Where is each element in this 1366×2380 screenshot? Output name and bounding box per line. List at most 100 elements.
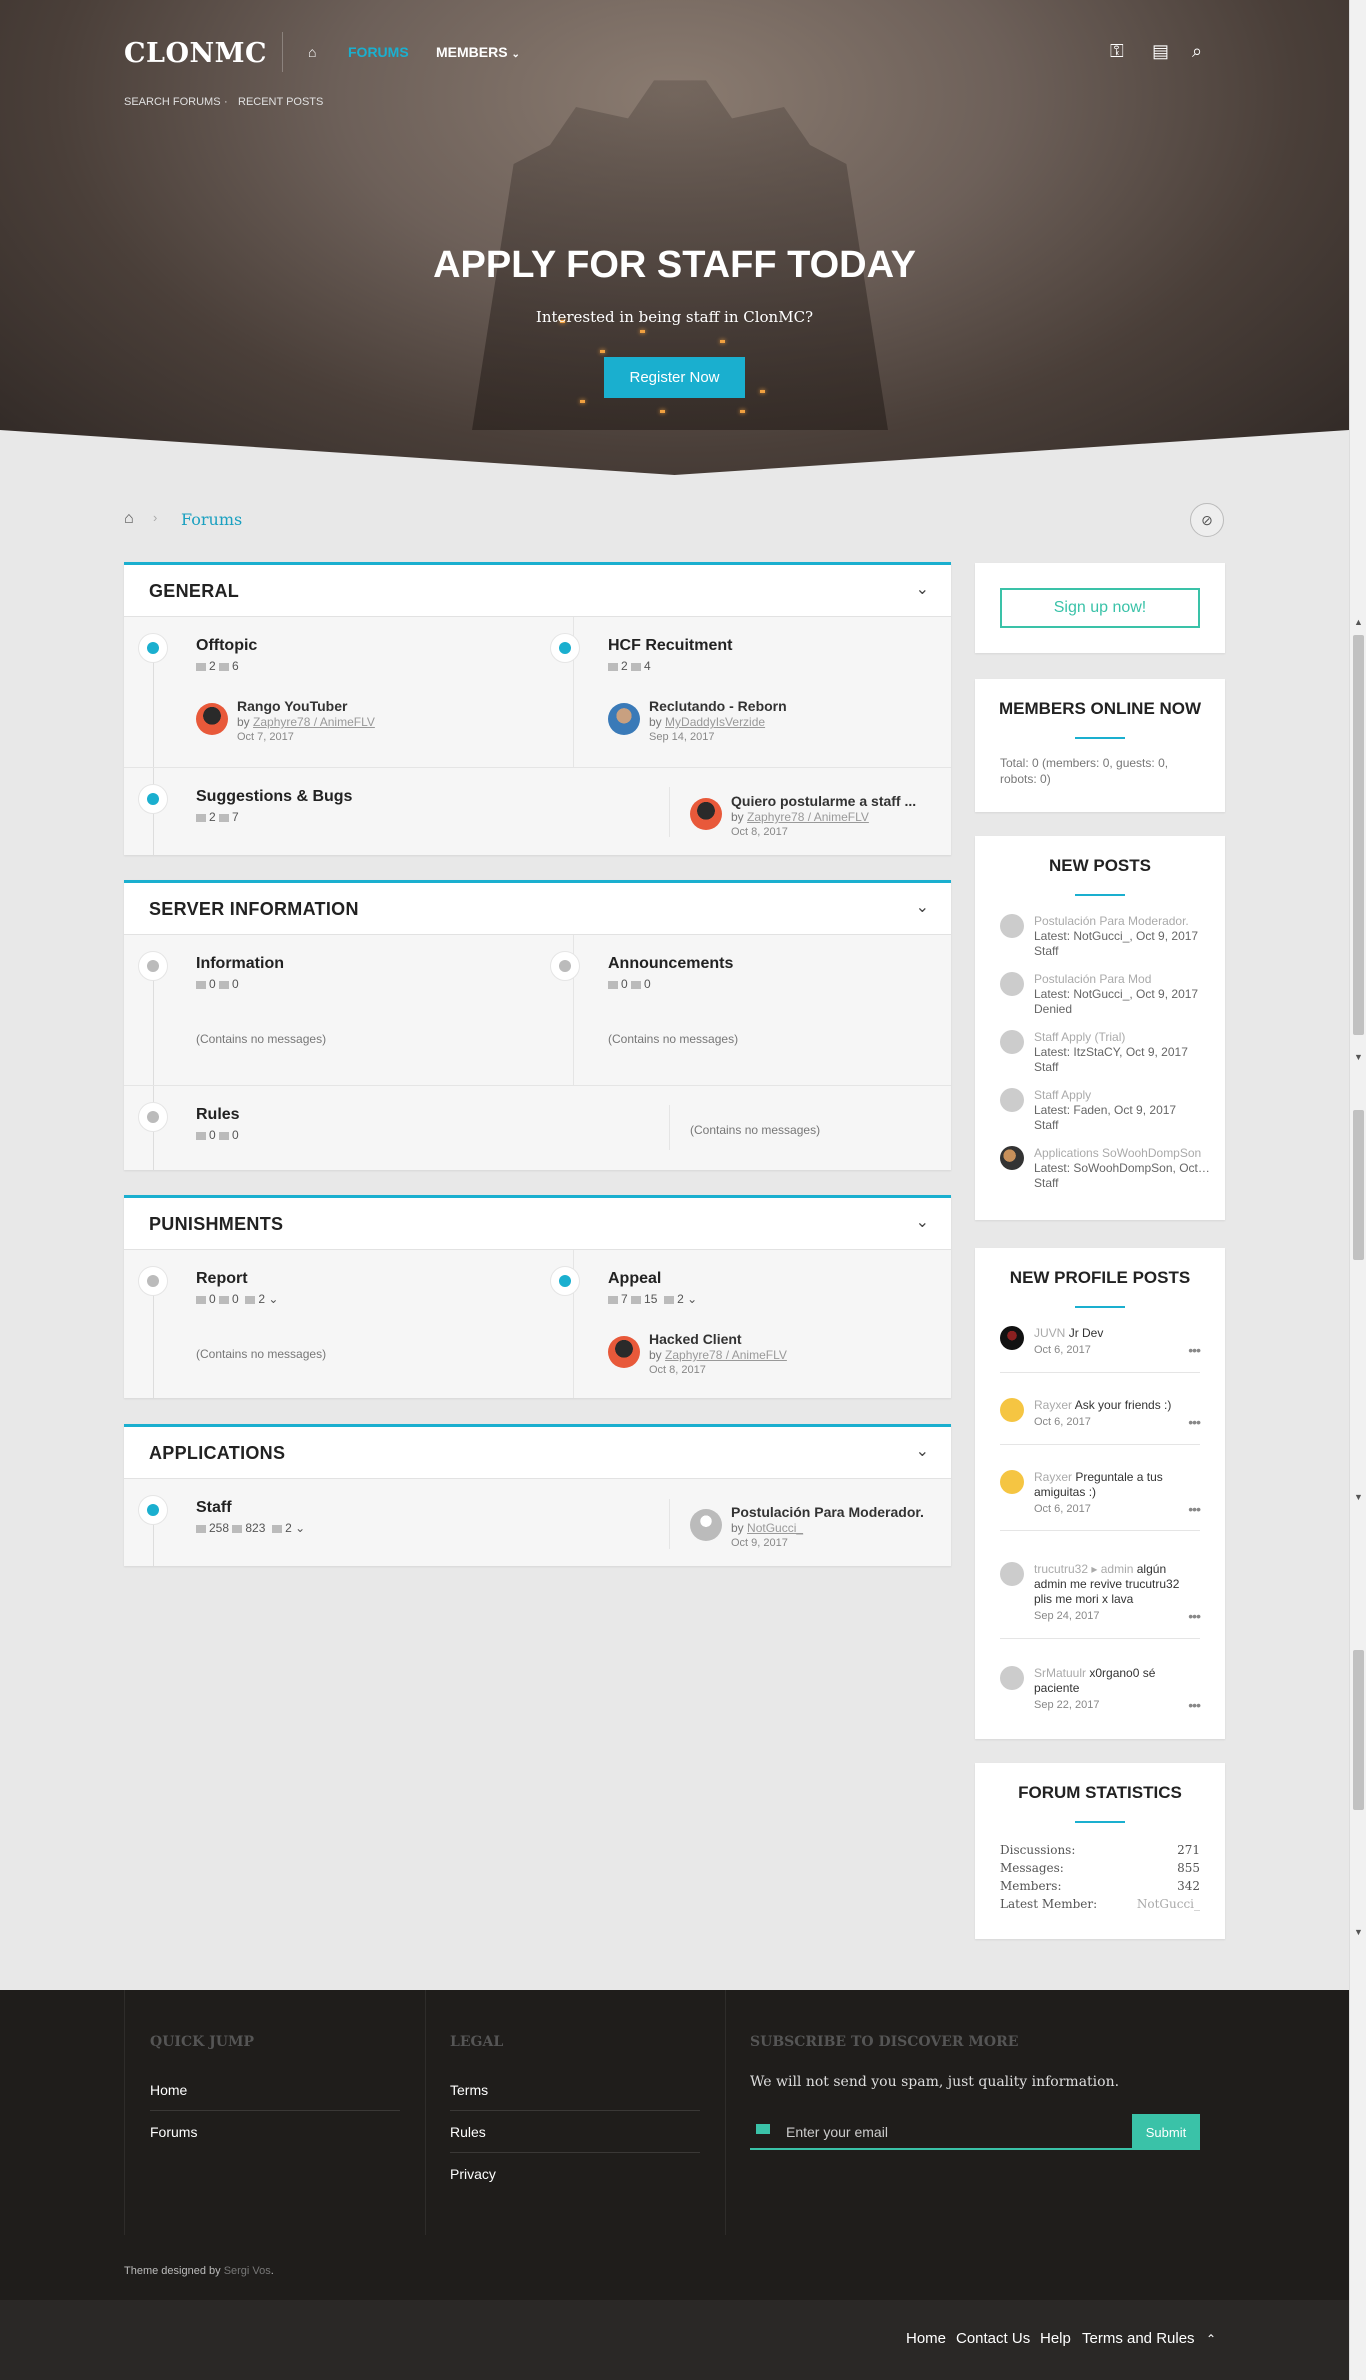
last-post-title[interactable]: Rango YouTuber bbox=[237, 698, 347, 714]
profile-post-user[interactable]: Rayxer bbox=[1034, 1470, 1072, 1484]
profile-post-user[interactable]: trucutru32 ▸ admin bbox=[1034, 1562, 1133, 1576]
node-title[interactable]: Rules bbox=[196, 1106, 240, 1124]
more-options-icon[interactable]: ••• bbox=[1188, 1414, 1201, 1430]
avatar[interactable] bbox=[1000, 914, 1024, 938]
scroll-up-arrow-icon[interactable]: ▲ bbox=[1350, 615, 1366, 629]
nav-members[interactable]: MEMBERS ⌄ bbox=[436, 44, 520, 60]
new-post-title[interactable]: Staff Apply (Trial) bbox=[1034, 1030, 1210, 1044]
avatar[interactable] bbox=[1000, 1146, 1024, 1170]
last-post-title[interactable]: Reclutando - Reborn bbox=[649, 698, 787, 714]
more-options-icon[interactable]: ••• bbox=[1188, 1501, 1201, 1517]
node-title[interactable]: Information bbox=[196, 955, 284, 973]
more-options-icon[interactable]: ••• bbox=[1188, 1697, 1201, 1713]
last-post-title[interactable]: Hacked Client bbox=[649, 1331, 742, 1347]
footer-link-forums[interactable]: Forums bbox=[150, 2124, 197, 2140]
breadcrumb-forums[interactable]: Forums bbox=[181, 510, 242, 529]
subforum-icon[interactable] bbox=[272, 1524, 283, 1533]
scrollbar[interactable]: ▲ ▼ ▼ ▼ bbox=[1349, 0, 1366, 2380]
search-icon[interactable]: ⌕ bbox=[1192, 41, 1202, 62]
scroll-down-arrow-icon[interactable]: ▼ bbox=[1350, 1490, 1366, 1504]
forum-node-rules[interactable]: Rules 0 0 (Contains no messages) bbox=[124, 1086, 951, 1171]
chevron-down-icon[interactable]: ⌄ bbox=[916, 897, 929, 917]
subnav-recent-posts[interactable]: RECENT POSTS bbox=[238, 96, 323, 108]
clipboard-icon[interactable]: ▤ bbox=[1152, 41, 1169, 62]
footer-link-home[interactable]: Home bbox=[150, 2082, 187, 2098]
node-title[interactable]: Appeal bbox=[608, 1270, 661, 1288]
scrollbar-thumb[interactable] bbox=[1353, 1650, 1364, 1810]
new-post-forum[interactable]: Staff bbox=[1034, 1118, 1058, 1132]
profile-post-user[interactable]: SrMatuulr bbox=[1034, 1666, 1086, 1680]
profile-post-user[interactable]: Rayxer bbox=[1034, 1398, 1072, 1412]
chevron-down-icon[interactable]: ⌄ bbox=[916, 1212, 929, 1232]
avatar[interactable] bbox=[196, 703, 228, 735]
last-post-title[interactable]: Postulación Para Moderador. bbox=[731, 1504, 924, 1520]
site-logo[interactable]: CLONMC bbox=[124, 38, 267, 69]
scroll-down-arrow-icon[interactable]: ▼ bbox=[1350, 1050, 1366, 1064]
avatar[interactable] bbox=[1000, 1030, 1024, 1054]
node-title[interactable]: HCF Recuitment bbox=[608, 637, 732, 655]
avatar[interactable] bbox=[1000, 1666, 1024, 1690]
nav-forums[interactable]: FORUMS bbox=[348, 44, 409, 60]
avatar[interactable] bbox=[690, 798, 722, 830]
node-title[interactable]: Announcements bbox=[608, 955, 733, 973]
email-field[interactable] bbox=[786, 2120, 1116, 2144]
avatar[interactable] bbox=[1000, 972, 1024, 996]
forum-node-staff[interactable]: Staff 258 823 2 ⌄ Postulación Para Moder… bbox=[124, 1479, 951, 1566]
chevron-down-icon[interactable]: ⌄ bbox=[916, 1441, 929, 1461]
forum-node-appeal[interactable]: Appeal 7 15 2 ⌄ Hacked Client by Zaphyre… bbox=[536, 1250, 948, 1398]
nav-home-icon[interactable]: ⌂ bbox=[308, 44, 316, 60]
more-options-icon[interactable]: ••• bbox=[1188, 1608, 1201, 1624]
forum-node-report[interactable]: Report 0 0 2 ⌄ (Contains no messages) bbox=[124, 1250, 536, 1398]
new-post-title[interactable]: Postulación Para Moderador. bbox=[1034, 914, 1210, 928]
subforum-icon[interactable] bbox=[245, 1295, 256, 1304]
new-post-title[interactable]: Postulación Para Mod bbox=[1034, 972, 1210, 986]
latest-member-link[interactable]: NotGucci_ bbox=[1137, 1897, 1200, 1911]
new-post-forum[interactable]: Staff bbox=[1034, 944, 1058, 958]
new-post-item[interactable]: Staff Apply Latest: Faden, Oct 9, 2017 Sta… bbox=[1000, 1088, 1210, 1144]
avatar[interactable] bbox=[1000, 1088, 1024, 1112]
node-title[interactable]: Offtopic bbox=[196, 637, 257, 655]
forum-node-offtopic[interactable]: Offtopic 2 6 Rango YouTuber by Zaphyre78… bbox=[124, 617, 536, 767]
avatar[interactable] bbox=[1000, 1326, 1024, 1350]
bottom-link-help[interactable]: Help bbox=[1040, 2330, 1071, 2347]
avatar[interactable] bbox=[1000, 1470, 1024, 1494]
node-title[interactable]: Staff bbox=[196, 1499, 232, 1517]
category-header[interactable]: SERVER INFORMATION ⌄ bbox=[124, 883, 951, 935]
category-header[interactable]: PUNISHMENTS ⌄ bbox=[124, 1198, 951, 1250]
subforum-icon[interactable] bbox=[664, 1295, 675, 1304]
footer-link-terms[interactable]: Terms bbox=[450, 2082, 488, 2098]
avatar[interactable] bbox=[608, 1336, 640, 1368]
chevron-down-icon[interactable]: ⌄ bbox=[295, 1521, 305, 1535]
new-post-forum[interactable]: Staff bbox=[1034, 1060, 1058, 1074]
scroll-down-arrow-icon[interactable]: ▼ bbox=[1350, 1925, 1366, 1939]
subforum-count[interactable]: 2 bbox=[258, 1292, 265, 1306]
last-post-user[interactable]: MyDaddyIsVerzide bbox=[665, 715, 765, 729]
last-post-user[interactable]: Zaphyre78 / AnimeFLV bbox=[253, 715, 375, 729]
new-post-item[interactable]: Postulación Para Moderador. Latest: NotGu… bbox=[1000, 914, 1210, 970]
forum-node-announcements[interactable]: Announcements 0 0 (Contains no messages) bbox=[536, 935, 948, 1085]
footer-link-rules[interactable]: Rules bbox=[450, 2124, 486, 2140]
scrollbar-thumb[interactable] bbox=[1353, 1110, 1364, 1260]
avatar[interactable] bbox=[1000, 1398, 1024, 1422]
bottom-link-home[interactable]: Home bbox=[906, 2330, 946, 2347]
chevron-down-icon[interactable]: ⌄ bbox=[687, 1292, 697, 1306]
new-post-title[interactable]: Staff Apply bbox=[1034, 1088, 1210, 1102]
forum-node-information[interactable]: Information 0 0 (Contains no messages) bbox=[124, 935, 536, 1085]
last-post-user[interactable]: NotGucci_ bbox=[747, 1521, 803, 1535]
avatar[interactable] bbox=[1000, 1562, 1024, 1586]
register-now-button[interactable]: Register Now bbox=[604, 357, 745, 398]
last-post-user[interactable]: Zaphyre78 / AnimeFLV bbox=[747, 810, 869, 824]
chevron-down-icon[interactable]: ⌄ bbox=[268, 1292, 278, 1306]
subforum-count[interactable]: 2 bbox=[677, 1292, 684, 1306]
avatar[interactable] bbox=[608, 703, 640, 735]
breadcrumb-home-icon[interactable]: ⌂ bbox=[124, 510, 134, 528]
compass-icon[interactable]: ⊘ bbox=[1190, 503, 1224, 537]
node-title[interactable]: Report bbox=[196, 1270, 248, 1288]
bottom-link-contact[interactable]: Contact Us bbox=[956, 2330, 1030, 2347]
scrollbar-thumb[interactable] bbox=[1353, 635, 1364, 1035]
sign-up-button[interactable]: Sign up now! bbox=[1000, 588, 1200, 628]
submit-button[interactable]: Submit bbox=[1132, 2114, 1200, 2150]
new-post-forum[interactable]: Staff bbox=[1034, 1176, 1058, 1190]
new-post-item[interactable]: Applications SoWoohDompSon Latest: SoWooh… bbox=[1000, 1146, 1210, 1202]
last-post-user[interactable]: Zaphyre78 / AnimeFLV bbox=[665, 1348, 787, 1362]
